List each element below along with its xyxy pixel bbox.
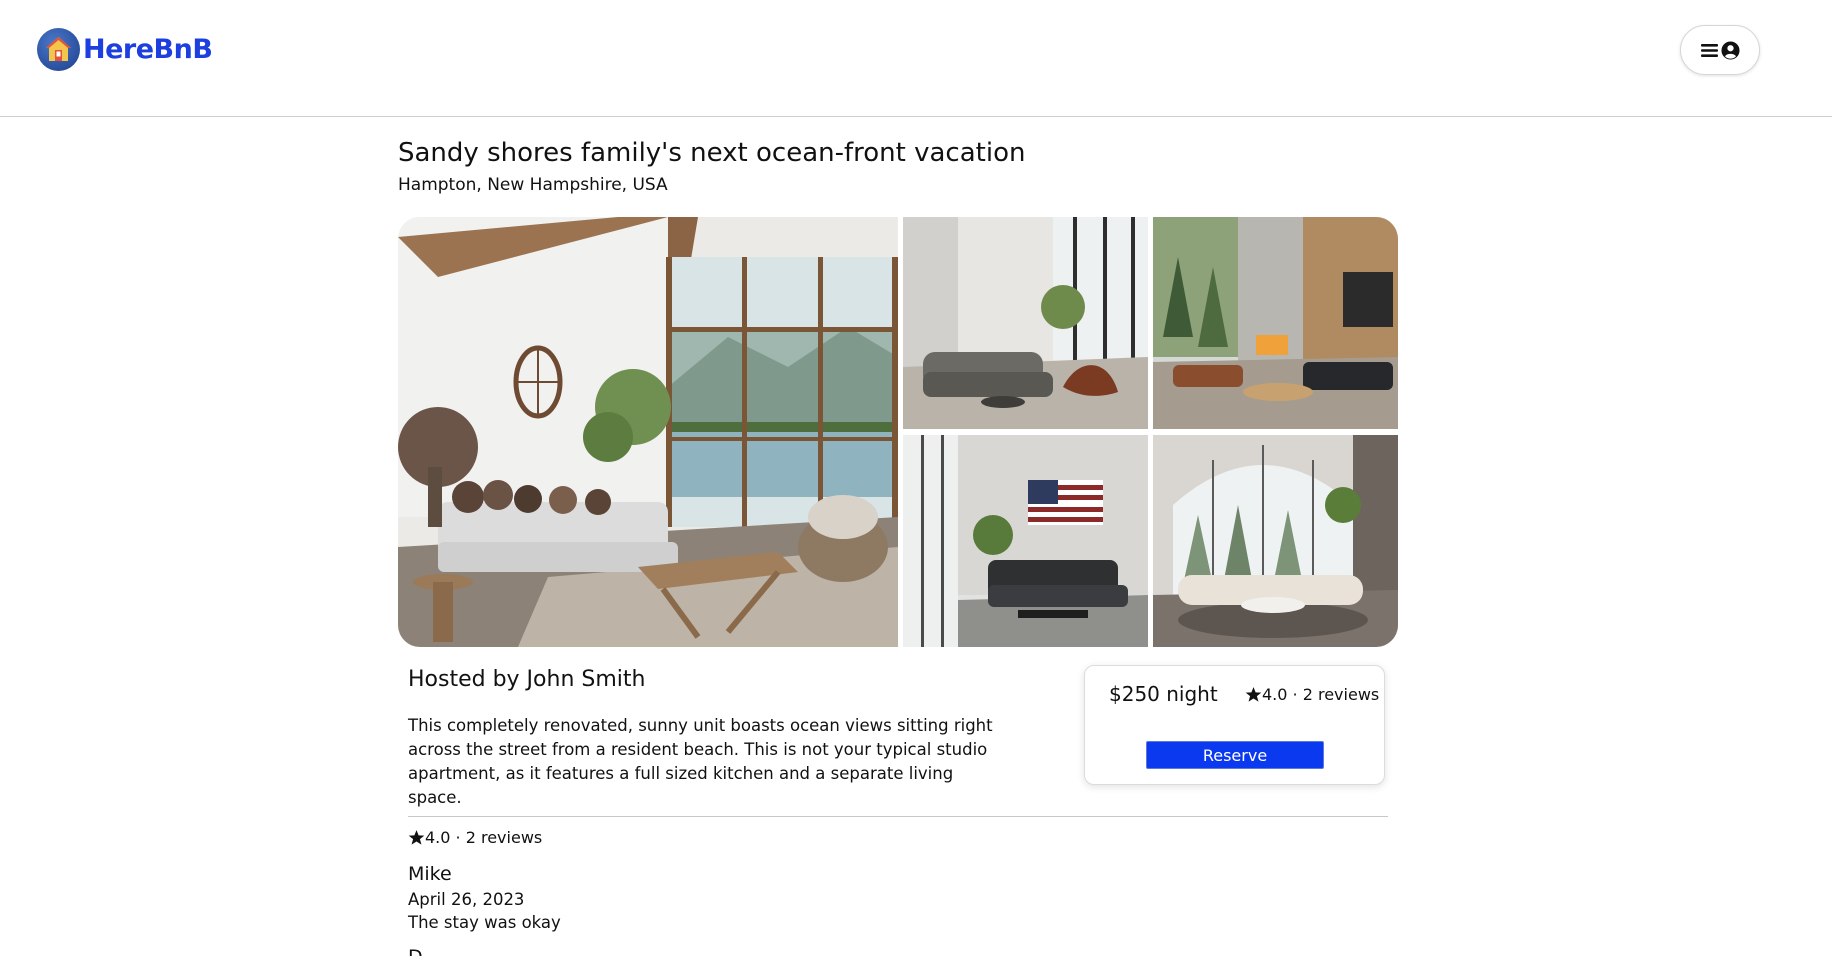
gallery-photo-3[interactable] — [1153, 217, 1398, 429]
review-item: D — [408, 946, 423, 956]
gallery-photo-5[interactable] — [1153, 435, 1398, 647]
review-item: Mike April 26, 2023 The stay was okay — [408, 863, 561, 932]
host-name: Hosted by John Smith — [408, 667, 646, 692]
booking-rating: 4.0 · 2 reviews — [1245, 685, 1379, 704]
user-menu-button[interactable] — [1680, 25, 1760, 75]
brand-logo[interactable]: HereBnB — [37, 28, 213, 71]
reviews-count: 2 reviews — [465, 828, 543, 847]
listing-description: This completely renovated, sunny unit bo… — [408, 716, 993, 807]
booking-rating-separator: · — [1287, 685, 1303, 704]
gallery-photo-4[interactable] — [903, 435, 1148, 647]
photo-gallery — [398, 217, 1398, 647]
reviewer-name: D — [408, 946, 423, 956]
star-icon — [408, 830, 425, 845]
hamburger-icon — [1700, 43, 1718, 57]
gallery-photo-2[interactable] — [903, 217, 1148, 429]
user-circle-icon — [1720, 40, 1740, 60]
booking-rating-value: 4.0 — [1262, 685, 1288, 704]
reviews-separator: · — [450, 828, 466, 847]
reviewer-name: Mike — [408, 863, 452, 885]
reserve-button[interactable]: Reserve — [1146, 741, 1324, 769]
top-header: HereBnB — [0, 0, 1832, 117]
reviews-summary: 4.0 · 2 reviews — [408, 828, 542, 847]
gallery-photo-main[interactable] — [398, 217, 898, 647]
brand-name: HereBnB — [83, 34, 213, 65]
nightly-price: $250 night — [1109, 682, 1218, 706]
booking-reviews-count: 2 reviews — [1302, 685, 1380, 704]
house-icon — [37, 28, 80, 71]
listing-location: Hampton, New Hampshire, USA — [398, 175, 668, 195]
booking-card: $250 night 4.0 · 2 reviews Reserve — [1084, 665, 1385, 785]
review-date: April 26, 2023 — [408, 890, 525, 909]
section-divider — [408, 816, 1388, 817]
listing-title: Sandy shores family's next ocean-front v… — [398, 138, 1026, 168]
review-text: The stay was okay — [408, 913, 561, 932]
star-icon — [1245, 687, 1262, 702]
reviews-rating-value: 4.0 — [425, 828, 451, 847]
